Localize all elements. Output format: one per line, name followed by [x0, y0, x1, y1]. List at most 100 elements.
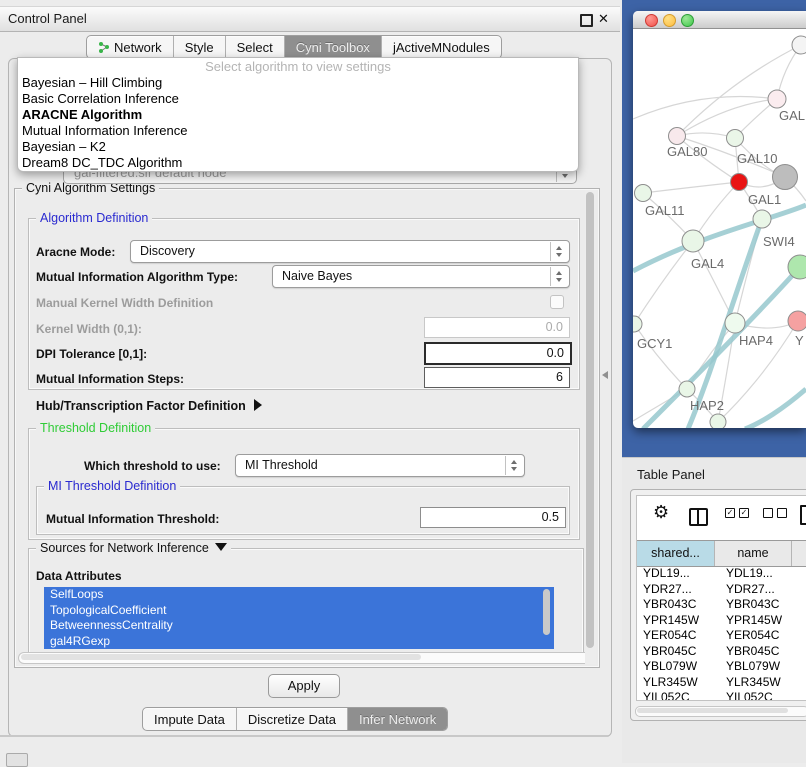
- column-header[interactable]: A: [792, 541, 806, 566]
- network-edge[interactable]: [677, 99, 777, 136]
- close-icon[interactable]: ✕: [598, 11, 609, 27]
- attribute-item[interactable]: BetweennessCentrality: [44, 618, 554, 634]
- table-row[interactable]: YLR345WYLR345W9.: [637, 675, 806, 691]
- algorithm-option[interactable]: Dream8 DC_TDC Algorithm: [18, 155, 578, 171]
- network-edge-thick[interactable]: [745, 389, 806, 428]
- dpi-tolerance-field[interactable]: 0.0: [424, 342, 572, 365]
- table-cell: 12: [802, 582, 806, 598]
- tab-impute-data[interactable]: Impute Data: [143, 708, 237, 730]
- splitter-collapse-icon[interactable]: [602, 371, 608, 379]
- manual-kernel-checkbox[interactable]: [550, 295, 564, 309]
- kernel-width-field[interactable]: 0.0: [424, 317, 570, 338]
- node-gray[interactable]: [773, 165, 798, 190]
- network-edge[interactable]: [633, 97, 777, 120]
- mi-threshold-field[interactable]: 0.5: [420, 507, 566, 528]
- network-graph-canvas[interactable]: GALGAL80GAL10GAL1GAL11SWI4GAL4GCY1HAP4YH…: [633, 29, 806, 428]
- node-SWI4[interactable]: [753, 210, 771, 228]
- tab-label: jActiveMNodules: [393, 40, 490, 55]
- node-HAP2-label: HAP2: [690, 398, 724, 413]
- sources-expander[interactable]: Sources for Network Inference: [36, 541, 231, 555]
- apply-button[interactable]: Apply: [268, 674, 340, 698]
- scrollbar-thumb[interactable]: [21, 654, 421, 660]
- node-GCY1[interactable]: [633, 316, 642, 332]
- scrollbar-thumb[interactable]: [586, 192, 594, 648]
- expand-down-icon: [215, 543, 227, 551]
- float-window-icon[interactable]: [580, 14, 593, 27]
- node-GAL11-label: GAL11: [645, 203, 685, 218]
- panel-divider: [0, 735, 608, 737]
- node-HAP2[interactable]: [679, 381, 695, 397]
- mi-steps-field[interactable]: 6: [424, 367, 570, 388]
- node-unlabeled-top[interactable]: [792, 36, 806, 54]
- zoom-traffic-light[interactable]: [681, 14, 694, 27]
- scrollbar-thumb[interactable]: [637, 708, 788, 713]
- table-row[interactable]: YDR27...YDR27...12: [637, 582, 806, 598]
- tab-discretize-data[interactable]: Discretize Data: [237, 708, 348, 730]
- split-columns-icon[interactable]: [689, 508, 708, 526]
- table-cell: YPR145W: [720, 613, 802, 629]
- table-row[interactable]: YIL052CYIL052C9.: [637, 690, 806, 701]
- table-cell: YER054C: [637, 628, 720, 644]
- tab-cyni-toolbox[interactable]: Cyni Toolbox: [285, 36, 382, 58]
- minimize-traffic-light[interactable]: [663, 14, 676, 27]
- network-edge[interactable]: [643, 182, 739, 193]
- algorithm-option[interactable]: Bayesian – Hill Climbing: [18, 75, 578, 91]
- network-window-titlebar[interactable]: [633, 11, 806, 29]
- table-row[interactable]: YBR043CYBR043C: [637, 597, 806, 613]
- table-cell: [802, 659, 806, 675]
- tab-label: Style: [185, 40, 214, 55]
- attribute-item[interactable]: SelfLoops: [44, 587, 554, 603]
- node-unlabeled-bottom[interactable]: [710, 414, 726, 428]
- tab-infer-network[interactable]: Infer Network: [348, 708, 447, 730]
- table-row[interactable]: YBL079WYBL079W: [637, 659, 806, 675]
- algorithm-option[interactable]: Basic Correlation Inference: [18, 91, 578, 107]
- node-GAL11[interactable]: [635, 185, 652, 202]
- node-GAL80[interactable]: [669, 128, 686, 145]
- hub-definition-expander[interactable]: Hub/Transcription Factor Definition: [36, 399, 262, 413]
- table-row[interactable]: YPR145WYPR145W9.: [637, 613, 806, 629]
- new-table-icon[interactable]: [800, 505, 806, 525]
- tab-jactivemnodules[interactable]: jActiveMNodules: [382, 36, 501, 58]
- close-traffic-light[interactable]: [645, 14, 658, 27]
- gear-icon[interactable]: ⚙: [653, 502, 669, 523]
- mi-type-combobox[interactable]: Naive Bayes: [272, 265, 570, 288]
- which-threshold-combobox[interactable]: MI Threshold: [235, 454, 525, 477]
- algorithm-option[interactable]: Bayesian – K2: [18, 139, 578, 155]
- tab-select[interactable]: Select: [226, 36, 285, 58]
- dpi-tolerance-label: DPI Tolerance [0,1]:: [36, 347, 147, 361]
- table-panel-title: Table Panel: [637, 467, 705, 482]
- algorithm-option[interactable]: ARACNE Algorithm: [18, 107, 578, 123]
- table-row[interactable]: YDL19...YDL19...13: [637, 566, 806, 582]
- which-threshold-value: MI Threshold: [245, 455, 318, 476]
- table-row[interactable]: YBR045CYBR045C9.: [637, 644, 806, 660]
- table-row[interactable]: YER054CYER054C8.: [637, 628, 806, 644]
- column-header[interactable]: shared...: [637, 541, 715, 566]
- table-horizontal-scrollbar[interactable]: [635, 706, 806, 717]
- node-salmon[interactable]: [788, 311, 806, 331]
- node-gal-clipped[interactable]: [768, 90, 786, 108]
- node-HAP4-label: HAP4: [739, 333, 773, 348]
- settings-horizontal-scrollbar[interactable]: [18, 652, 592, 664]
- corner-button[interactable]: [6, 753, 28, 767]
- network-edge[interactable]: [634, 324, 687, 389]
- aracne-mode-combobox[interactable]: Discovery: [130, 240, 570, 263]
- list-scrollbar-thumb[interactable]: [543, 589, 550, 635]
- settings-vertical-scrollbar[interactable]: [585, 190, 596, 664]
- attribute-item[interactable]: TopologicalCoefficient: [44, 603, 554, 619]
- algorithm-option[interactable]: Mutual Information Inference: [18, 123, 578, 139]
- tab-network[interactable]: Network: [87, 36, 174, 58]
- node-HAP4[interactable]: [725, 313, 745, 333]
- table-body: YDL19...YDL19...13YDR27...YDR27...12YBR0…: [637, 566, 806, 701]
- table-cell: 9.: [802, 690, 806, 701]
- select-all-checks-icon[interactable]: ✓✓: [725, 508, 749, 518]
- attribute-item[interactable]: gal4RGexp: [44, 634, 554, 650]
- node-GAL10[interactable]: [727, 130, 744, 147]
- node-GAL1[interactable]: [731, 174, 748, 191]
- node-GAL1-label: GAL1: [748, 192, 781, 207]
- tab-style[interactable]: Style: [174, 36, 226, 58]
- column-header[interactable]: name: [715, 541, 792, 566]
- mi-type-value: Naive Bayes: [282, 266, 352, 287]
- deselect-all-checks-icon[interactable]: [763, 508, 787, 518]
- node-table: ⚙ ✓✓ shared...nameA YDL19...YDL19...13YD…: [636, 495, 806, 701]
- node-GAL4[interactable]: [682, 230, 704, 252]
